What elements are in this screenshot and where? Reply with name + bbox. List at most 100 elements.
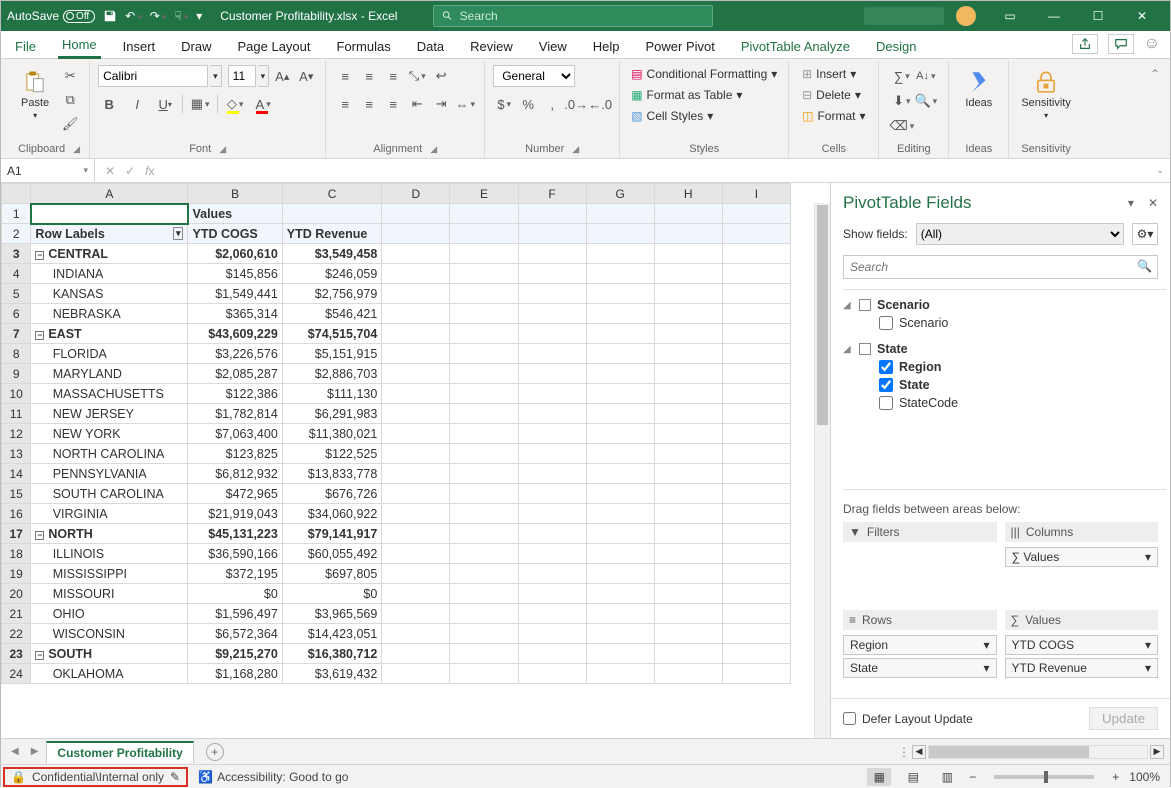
merge-center-icon[interactable]: ⇔ — [454, 93, 476, 115]
cell[interactable]: $1,782,814 — [188, 404, 282, 424]
sensitivity-status[interactable]: 🔒 Confidential\Internal only ✎ — [3, 767, 188, 787]
tab-power-pivot[interactable]: Power Pivot — [642, 39, 719, 58]
row-header[interactable]: 22 — [2, 624, 31, 644]
increase-font-icon[interactable]: A▴ — [271, 65, 293, 87]
enter-formula-icon[interactable]: ✓ — [125, 164, 135, 178]
decrease-decimal-icon[interactable]: ←.0 — [589, 93, 611, 115]
row-header[interactable]: 15 — [2, 484, 31, 504]
row-header[interactable]: 18 — [2, 544, 31, 564]
sheet-tab-active[interactable]: Customer Profitability — [46, 741, 193, 763]
cell-styles[interactable]: ▧Cell Styles ▾ — [628, 107, 716, 125]
row-header[interactable]: 20 — [2, 584, 31, 604]
close-button[interactable]: ✕ — [1120, 1, 1164, 31]
name-box[interactable]: A1▾ — [1, 159, 95, 182]
cell[interactable]: MASSACHUSETTS — [31, 384, 188, 404]
touch-mode-icon[interactable]: ☟ — [174, 9, 188, 23]
increase-indent-icon[interactable]: ⇥ — [430, 93, 452, 115]
cell[interactable]: YTD COGS — [188, 224, 282, 244]
wrap-text-icon[interactable]: ↩ — [430, 65, 452, 87]
row-header[interactable]: 3 — [2, 244, 31, 264]
cell[interactable]: $74,515,704 — [282, 324, 382, 344]
cell[interactable]: $36,590,166 — [188, 544, 282, 564]
number-format[interactable]: General — [493, 65, 575, 87]
columns-area[interactable]: |||Columns ∑ Values▾ — [1005, 522, 1159, 602]
cell[interactable]: $122,525 — [282, 444, 382, 464]
tab-help[interactable]: Help — [589, 39, 624, 58]
zoom-in[interactable]: + — [1112, 770, 1119, 784]
defer-update-checkbox[interactable]: Defer Layout Update — [843, 712, 973, 726]
align-left-icon[interactable]: ≡ — [334, 93, 356, 115]
font-size[interactable] — [228, 65, 256, 87]
row-pill-state[interactable]: State▾ — [843, 658, 997, 678]
tab-insert[interactable]: Insert — [119, 39, 160, 58]
cancel-formula-icon[interactable]: ✕ — [105, 164, 115, 178]
account-avatar[interactable] — [956, 6, 976, 26]
maximize-button[interactable]: ☐ — [1076, 1, 1120, 31]
cell[interactable]: MARYLAND — [31, 364, 188, 384]
fields-layout-gear-icon[interactable]: ⚙▾ — [1132, 223, 1158, 245]
ribbon-display-options[interactable]: ▭ — [988, 1, 1032, 31]
clipboard-launcher[interactable]: ◢ — [73, 144, 80, 155]
cell[interactable]: $546,421 — [282, 304, 382, 324]
tab-formulas[interactable]: Formulas — [333, 39, 395, 58]
cell[interactable]: SOUTH CAROLINA — [31, 484, 188, 504]
cell[interactable]: INDIANA — [31, 264, 188, 284]
cell[interactable]: $3,549,458 — [282, 244, 382, 264]
font-name[interactable] — [98, 65, 208, 87]
col-header[interactable]: G — [586, 184, 654, 204]
undo-icon[interactable]: ↶ — [125, 9, 142, 23]
cell[interactable]: $9,215,270 — [188, 644, 282, 664]
zoom-level[interactable]: 100% — [1129, 770, 1160, 784]
edit-sensitivity-icon[interactable]: ✎ — [170, 770, 180, 784]
cell[interactable]: NEBRASKA — [31, 304, 188, 324]
align-center-icon[interactable]: ≡ — [358, 93, 380, 115]
orientation-icon[interactable]: ⤡ — [406, 65, 428, 87]
update-button[interactable]: Update — [1089, 707, 1158, 730]
align-right-icon[interactable]: ≡ — [382, 93, 404, 115]
expand-icon[interactable]: − — [35, 651, 44, 660]
number-launcher[interactable]: ◢ — [572, 144, 579, 155]
col-header[interactable]: E — [450, 184, 518, 204]
cell[interactable]: OKLAHOMA — [31, 664, 188, 684]
row-header[interactable]: 2 — [2, 224, 31, 244]
cell[interactable]: $3,226,576 — [188, 344, 282, 364]
cell[interactable]: $472,965 — [188, 484, 282, 504]
values-area[interactable]: ∑Values YTD COGS▾ YTD Revenue▾ — [1005, 610, 1159, 690]
row-pill-region[interactable]: Region▾ — [843, 635, 997, 655]
row-header[interactable]: 14 — [2, 464, 31, 484]
save-icon[interactable] — [103, 9, 117, 23]
cell[interactable]: Row Labels ▾ — [31, 224, 188, 244]
view-page-break-icon[interactable]: ▥ — [935, 768, 959, 786]
cell[interactable]: NEW YORK — [31, 424, 188, 444]
search-input[interactable] — [460, 9, 705, 23]
cell[interactable]: $5,151,915 — [282, 344, 382, 364]
pane-close-icon[interactable]: ✕ — [1148, 196, 1158, 210]
cell[interactable]: $246,059 — [282, 264, 382, 284]
format-painter-icon[interactable]: 🖌 — [59, 113, 81, 135]
worksheet-area[interactable]: ABCDEFGHI1Values2Row Labels ▾YTD COGSYTD… — [1, 183, 830, 738]
cell[interactable]: ILLINOIS — [31, 544, 188, 564]
hscroll-left[interactable]: ◀ — [912, 745, 926, 759]
field-region-checkbox[interactable] — [879, 360, 893, 374]
cell[interactable]: $79,141,917 — [282, 524, 382, 544]
col-header[interactable]: A — [31, 184, 188, 204]
row-header[interactable]: 17 — [2, 524, 31, 544]
col-header[interactable]: F — [518, 184, 586, 204]
cells-format[interactable]: ◫Format ▾ — [799, 107, 868, 125]
horizontal-scrollbar[interactable] — [928, 745, 1148, 759]
row-header[interactable]: 9 — [2, 364, 31, 384]
row-header[interactable]: 16 — [2, 504, 31, 524]
cell[interactable]: MISSOURI — [31, 584, 188, 604]
cell[interactable]: $16,380,712 — [282, 644, 382, 664]
decrease-font-icon[interactable]: A▾ — [295, 65, 317, 87]
cell[interactable]: YTD Revenue — [282, 224, 382, 244]
italic-icon[interactable]: I — [126, 93, 148, 115]
show-fields-select[interactable]: (All) — [916, 223, 1124, 245]
cell[interactable]: $123,825 — [188, 444, 282, 464]
font-launcher[interactable]: ◢ — [219, 144, 226, 155]
cell[interactable]: $122,386 — [188, 384, 282, 404]
cell[interactable]: $43,609,229 — [188, 324, 282, 344]
decrease-indent-icon[interactable]: ⇤ — [406, 93, 428, 115]
tab-review[interactable]: Review — [466, 39, 517, 58]
cell[interactable]: $45,131,223 — [188, 524, 282, 544]
